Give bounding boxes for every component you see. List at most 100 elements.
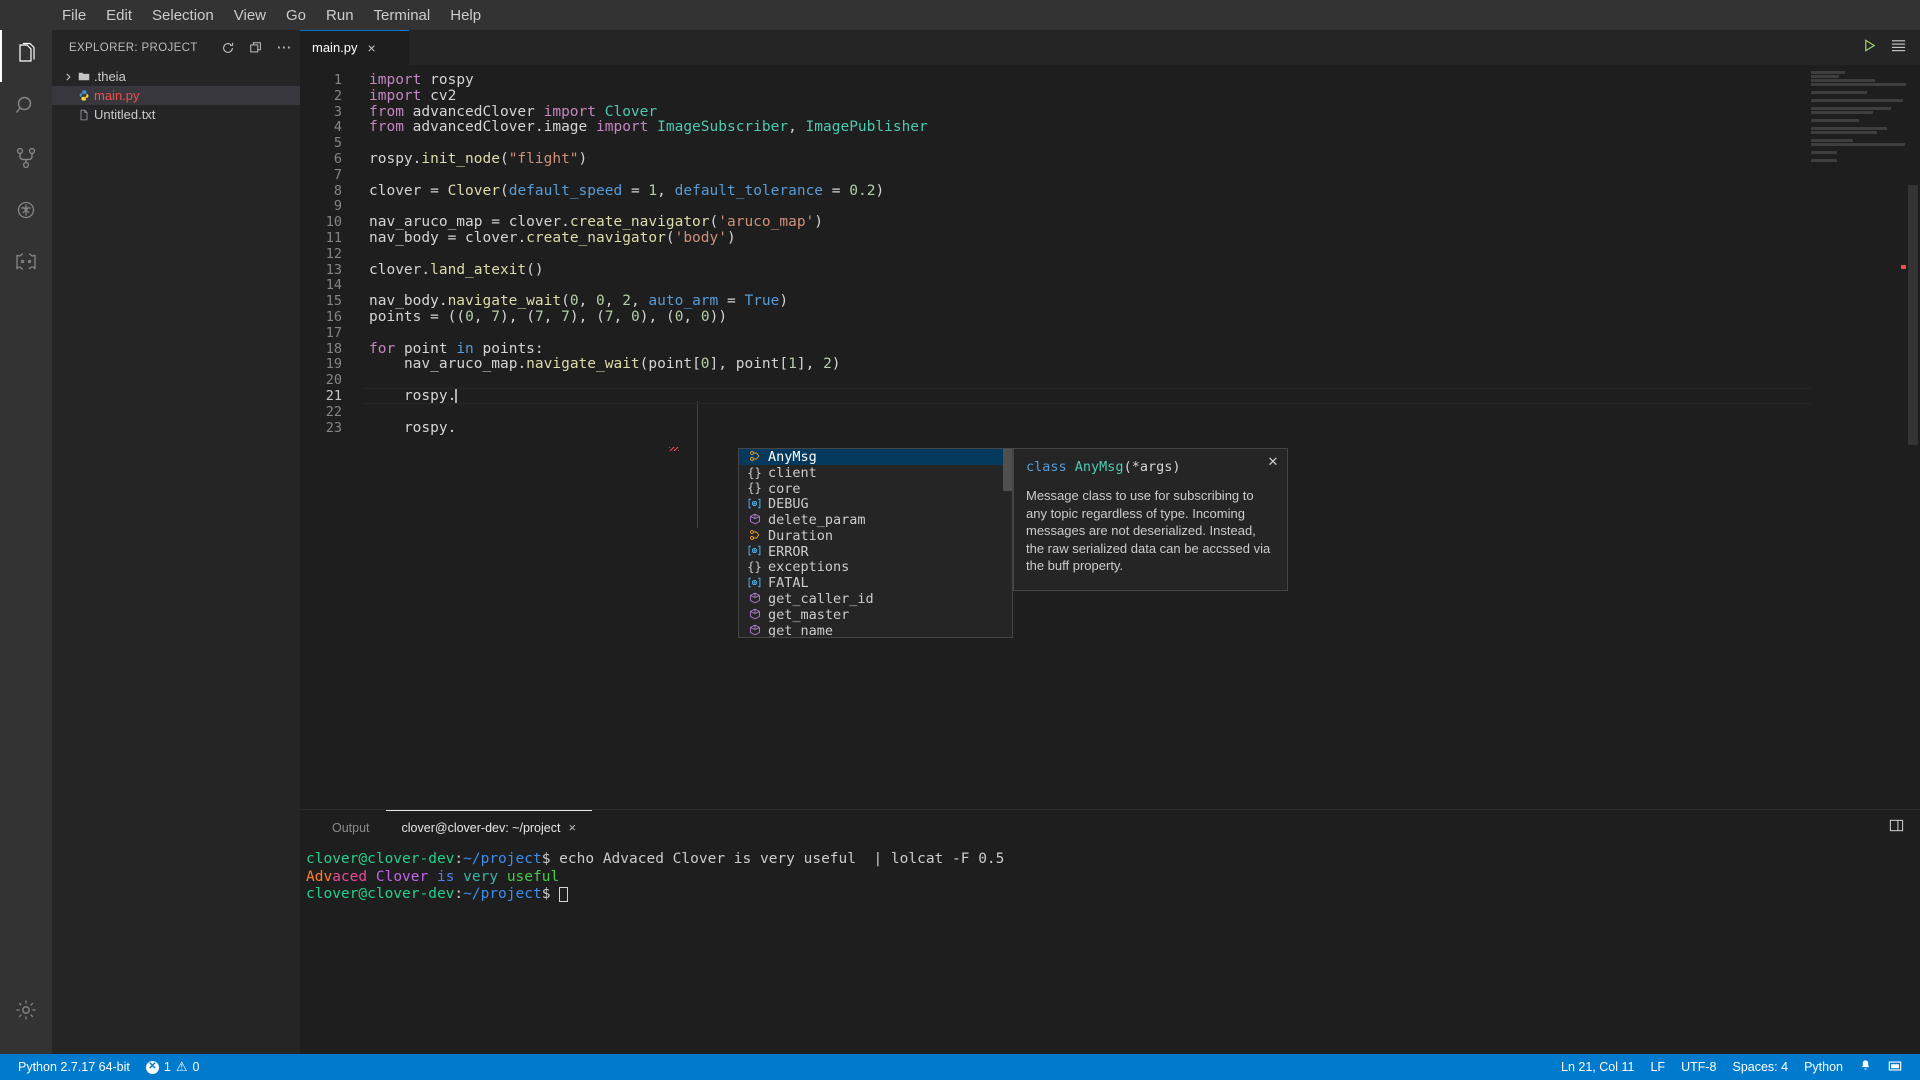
status-cursor-position[interactable]: Ln 21, Col 11 <box>1553 1054 1642 1080</box>
autocomplete-item-get_master[interactable]: get_master <box>739 607 1012 623</box>
status-language-mode[interactable]: Python <box>1796 1054 1851 1080</box>
autocomplete-scrollbar[interactable] <box>1003 449 1012 637</box>
autocomplete-item-label: get_master <box>768 606 850 623</box>
menu-item-terminal[interactable]: Terminal <box>364 4 441 27</box>
refresh-icon[interactable] <box>220 40 236 56</box>
menu-item-edit[interactable]: Edit <box>96 4 142 27</box>
status-notifications[interactable] <box>1851 1054 1880 1080</box>
code-line[interactable]: 8 clover = Clover(default_speed = 1, defa… <box>300 183 1920 200</box>
code-line[interactable]: 14 <box>300 278 1920 294</box>
close-icon[interactable]: ✕ <box>1265 453 1281 469</box>
terminal-output[interactable]: clover@clover-dev:~/project$ echo Advace… <box>300 845 1920 1054</box>
code-line[interactable]: 11 nav_body = clover.create_navigator('bo… <box>300 229 1920 247</box>
editor-scrollbar-thumb[interactable] <box>1908 185 1918 445</box>
autocomplete-item-fatal[interactable]: FATAL <box>739 575 1012 591</box>
code-line[interactable]: 6 rospy.init_node("flight") <box>300 151 1920 168</box>
editor-scrollbar[interactable] <box>1906 65 1920 809</box>
code-line[interactable]: 18 for point in points: <box>300 341 1920 358</box>
code-line[interactable]: 19 nav_aruco_map.navigate_wait(point[0],… <box>300 356 1920 373</box>
status-indentation[interactable]: Spaces: 4 <box>1724 1054 1796 1080</box>
code-line-text: nav_aruco_map.navigate_wait(point[0], po… <box>403 356 841 373</box>
tree-item-main-py[interactable]: main.py <box>52 86 300 105</box>
status-eol[interactable]: LF <box>1642 1054 1673 1080</box>
code-content[interactable]: 1 import rospy 2 import cv2 3 from advancedCl… <box>300 65 1920 809</box>
terminal-segment: : <box>454 851 464 867</box>
tree-item-untitled-txt[interactable]: Untitled.txt <box>52 105 300 124</box>
files-icon <box>14 42 38 71</box>
status-bar: Python 2.7.17 64-bit ✕ 1 ⚠ 0 Ln 21, Col … <box>0 1054 1920 1080</box>
menu-item-run[interactable]: Run <box>316 4 364 27</box>
line-number: 11 <box>325 229 342 246</box>
tree-item--theia[interactable]: .theia <box>52 67 300 86</box>
code-line[interactable]: 16 points = ((0, 7), (7, 7), (7, 0), (0, … <box>300 309 1920 326</box>
autocomplete-popup[interactable]: AnyMsg {} client {} core DEBUG delete_param Dur… <box>738 448 1013 638</box>
status-cursor-position-label: Ln 21, Col 11 <box>1561 1060 1635 1074</box>
editor-tab-main-py[interactable]: main.py × <box>300 30 410 65</box>
menu-item-go[interactable]: Go <box>276 4 316 27</box>
code-line[interactable]: 17 <box>300 325 1920 342</box>
status-bar-right: Ln 21, Col 11 LF UTF-8 Spaces: 4 Python <box>1553 1054 1910 1080</box>
autocomplete-item-label: DEBUG <box>768 496 809 513</box>
panel-tabs: Output clover@clover-dev: ~/project × <box>300 810 1920 845</box>
activitybar-item-source-control[interactable] <box>0 134 52 186</box>
code-line[interactable]: 22 <box>300 404 1920 421</box>
code-line[interactable]: 4 from advancedClover.image import ImageS… <box>300 119 1920 136</box>
menu-item-help[interactable]: Help <box>440 4 491 27</box>
autocomplete-item-delete_param[interactable]: delete_param <box>739 512 1012 528</box>
text-cursor <box>455 388 458 404</box>
code-line[interactable]: 1 import rospy <box>300 72 1920 89</box>
code-line[interactable]: 3 from advancedClover import Clover <box>300 104 1920 121</box>
close-icon[interactable]: × <box>568 820 576 835</box>
code-line[interactable]: 5 <box>300 135 1920 152</box>
activitybar-item-explorer[interactable] <box>0 30 52 82</box>
line-number: 13 <box>325 261 342 278</box>
more-actions-icon[interactable]: ⋯ <box>276 40 292 56</box>
activitybar-item-settings[interactable] <box>0 986 52 1038</box>
autocomplete-item-core[interactable]: {} core <box>739 481 1012 497</box>
menu-item-selection[interactable]: Selection <box>142 4 224 27</box>
autocomplete-item-anymsg[interactable]: AnyMsg <box>739 449 1012 465</box>
autocomplete-item-get_caller_id[interactable]: get_caller_id <box>739 591 1012 607</box>
collapse-all-icon[interactable] <box>248 40 264 56</box>
autocomplete-item-error[interactable]: ERROR <box>739 544 1012 560</box>
autocomplete-item-get_name[interactable]: get_name <box>739 623 1012 637</box>
autocomplete-list[interactable]: AnyMsg {} client {} core DEBUG delete_param Dur… <box>739 449 1012 637</box>
code-line-text: rospy. <box>403 387 458 404</box>
activitybar-item-search[interactable] <box>0 82 52 134</box>
ide-window: File Edit Selection View Go Run Terminal Help <box>0 0 1920 1080</box>
autocomplete-item-duration[interactable]: Duration <box>739 528 1012 544</box>
line-number: 23 <box>325 419 342 436</box>
code-line[interactable]: 10 nav_aruco_map = clover.create_navigato… <box>300 214 1920 231</box>
code-line[interactable]: 15 nav_body.navigate_wait(0, 0, 2, auto_a… <box>300 293 1920 310</box>
autocomplete-scrollbar-thumb[interactable] <box>1003 449 1012 491</box>
panel-tab-clover-clover-dev----project[interactable]: clover@clover-dev: ~/project × <box>385 810 593 845</box>
code-line[interactable]: 2 import cv2 <box>300 88 1920 105</box>
bell-icon <box>1859 1059 1872 1075</box>
code-line[interactable]: 12 <box>300 246 1920 263</box>
activitybar-item-extensions[interactable] <box>0 238 52 290</box>
menu-item-view[interactable]: View <box>224 4 276 27</box>
editor-viewport[interactable]: 1 import rospy 2 import cv2 3 from advancedCl… <box>300 65 1920 809</box>
menu-item-file[interactable]: File <box>52 4 96 27</box>
autocomplete-item-exceptions[interactable]: {} exceptions <box>739 559 1012 575</box>
autocomplete-item-client[interactable]: {} client <box>739 465 1012 481</box>
activitybar-item-run-debug[interactable] <box>0 186 52 238</box>
code-line[interactable]: 23 rospy. <box>300 419 1920 437</box>
status-problems[interactable]: ✕ 1 ⚠ 0 <box>138 1054 208 1080</box>
status-python-interpreter[interactable]: Python 2.7.17 64-bit <box>10 1054 138 1080</box>
autocomplete-item-debug[interactable]: DEBUG <box>739 496 1012 512</box>
code-line[interactable]: 21 rospy. <box>300 387 1920 405</box>
close-icon[interactable]: × <box>366 41 378 55</box>
class-icon <box>747 450 762 464</box>
code-line[interactable]: 9 <box>300 199 1920 215</box>
split-terminal-icon[interactable] <box>1889 818 1904 838</box>
split-editor-icon[interactable] <box>1891 38 1906 58</box>
status-layout[interactable] <box>1880 1054 1910 1080</box>
code-line[interactable]: 20 <box>300 372 1920 389</box>
code-line[interactable]: 13 clover.land_atexit() <box>300 261 1920 279</box>
panel-tab-output[interactable]: Output <box>316 810 386 845</box>
status-encoding-label: UTF-8 <box>1681 1060 1717 1074</box>
status-encoding[interactable]: UTF-8 <box>1673 1054 1724 1080</box>
run-python-file-icon[interactable] <box>1862 38 1877 58</box>
code-line[interactable]: 7 <box>300 167 1920 184</box>
